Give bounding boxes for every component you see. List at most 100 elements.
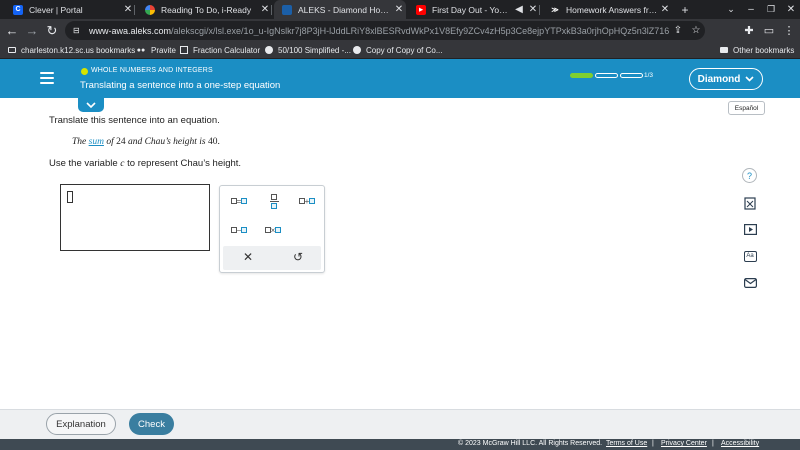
accessibility-link[interactable]: Accessibility [721,440,759,447]
browser-toolbar: ← → ↻ ⊟ www-awa.aleks.com/alekscgi/x/lsl… [0,19,800,42]
bookmark-label: Copy of Copy of Co... [366,45,443,55]
site-icon: ≫ [550,4,560,15]
youtube-icon: ▶ [416,4,426,15]
variable-instruction: Use the variable c to represent Chau’s h… [49,158,241,169]
fraction-template-button[interactable] [264,192,284,210]
browser-tab-strip: C Clever | Portal ✕ Reading To Do, i-Rea… [0,0,800,19]
url-host: www-awa.aleks.com [89,25,172,36]
bookmark-item[interactable]: 50/100 Simplified -... [265,42,351,58]
video-icon[interactable] [742,222,758,236]
sentence-text: of [103,137,117,147]
bookmark-label: Pravite [151,45,176,55]
close-tab-icon[interactable]: ✕ [526,4,540,15]
chevron-down-icon [86,102,96,108]
restore-icon[interactable]: ❐ [762,0,780,19]
back-icon[interactable]: ← [2,19,22,42]
chevron-down-icon [745,74,754,85]
bookmark-item[interactable]: Fraction Calculator [180,42,260,58]
close-tab-icon[interactable]: ✕ [121,4,135,15]
aleks-icon [282,4,292,15]
copyright-text: © 2023 McGraw Hill LLC. All Rights Reser… [458,440,603,447]
clear-icon[interactable]: ✕ [243,250,253,264]
times-template-button[interactable]: × [260,223,286,237]
tab-title: Homework Answers from Sub [566,4,658,15]
browser-tab-active[interactable]: ALEKS - Diamond Howell - Lea ✕ [274,0,406,19]
browser-tab[interactable]: C Clever | Portal ✕ [5,0,135,19]
terms-of-use-link[interactable]: Terms of Use [606,440,647,447]
extensions-icon[interactable]: ✚ [740,19,758,42]
url-text: www-awa.aleks.com/alekscgi/x/lsl.exe/1o_… [89,26,669,36]
close-tab-icon[interactable]: ✕ [258,4,272,15]
palette-actions: ✕ ↺ [223,246,321,270]
lesson-title: Translating a sentence into a one-step e… [80,80,281,91]
clever-icon: C [13,4,23,15]
iready-icon [145,4,155,15]
dictionary-label: Aa [743,250,757,262]
bookmarks-bar: charleston.k12.sc.us bookmarks ●● Pravit… [0,42,800,59]
instruction-text: to represent Chau’s height. [124,158,242,169]
bookmark-star-icon[interactable]: ☆ [687,25,705,36]
circle-icon [265,46,273,54]
level-label: Diamond [697,73,741,85]
close-tab-icon[interactable]: ✕ [658,4,672,15]
address-bar[interactable]: ⊟ www-awa.aleks.com/alekscgi/x/lsl.exe/1… [65,21,705,40]
blank-box-icon [241,227,248,233]
calculator-icon[interactable] [742,196,758,210]
minus-template-button[interactable]: − [226,223,252,237]
sum-definition-link[interactable]: sum [89,137,104,147]
level-dropdown-button[interactable]: Diamond [689,68,763,90]
mail-icon[interactable] [742,276,758,290]
other-bookmarks[interactable]: Other bookmarks [720,42,794,58]
close-window-icon[interactable]: ✕ [782,0,800,19]
bookmark-label: Fraction Calculator [193,45,261,55]
sentence-number: 24 [116,137,126,147]
hamburger-menu-icon[interactable] [40,72,54,84]
folder-icon [720,47,728,53]
calculator-icon [180,46,188,54]
tab-search-icon[interactable]: ⌄ [722,0,740,19]
copyright-footer: © 2023 McGraw Hill LLC. All Rights Reser… [0,439,800,450]
circle-icon [353,46,361,54]
collapse-header-button[interactable] [78,98,104,112]
explanation-button[interactable]: Explanation [46,413,116,435]
sentence-number: 40 [208,137,218,147]
folder-icon [8,47,16,53]
privacy-center-link[interactable]: Privacy Center [661,440,707,447]
side-panel-icon[interactable]: ▭ [760,19,778,42]
progress-segment [620,73,643,78]
help-icon[interactable]: ? [742,168,757,183]
other-bookmarks-label: Other bookmarks [733,45,795,55]
new-tab-button[interactable]: + [676,0,694,19]
browser-tab[interactable]: ≫ Homework Answers from Sub ✕ [542,0,672,19]
close-tab-icon[interactable]: ✕ [392,4,406,15]
footer-separator: | [652,440,654,447]
undo-icon[interactable]: ↺ [293,250,303,264]
more-menu-icon[interactable]: ⋮ [780,19,798,42]
bookmark-label: charleston.k12.sc.us bookmarks [21,45,136,55]
sentence-text: . [217,137,220,147]
minimize-icon[interactable]: – [742,0,760,19]
check-button[interactable]: Check [129,413,174,435]
topic-title: WHOLE NUMBERS AND INTEGERS [91,67,213,74]
footer-separator: | [712,440,714,447]
share-icon[interactable]: ⇪ [669,25,687,36]
dictionary-icon[interactable]: Aa [742,249,758,263]
equals-template-button[interactable]: = [226,194,252,208]
progress-count: 1/3 [644,72,654,79]
mute-tab-icon[interactable]: ◀ [512,4,526,15]
browser-tab[interactable]: Reading To Do, i-Ready ✕ [137,0,272,19]
input-cursor-box [67,191,73,203]
blank-box-icon [241,198,248,204]
plus-template-button[interactable]: + [294,194,320,208]
reload-icon[interactable]: ↻ [42,19,62,42]
bookmark-item[interactable]: Copy of Copy of Co... [353,42,442,58]
spanish-language-button[interactable]: Español [728,101,765,115]
bookmark-item[interactable]: charleston.k12.sc.us bookmarks [8,42,135,58]
sentence-text: The [72,137,89,147]
answer-input[interactable] [60,184,210,251]
forward-icon[interactable]: → [22,19,42,42]
bottom-action-bar: Explanation Check [0,409,800,440]
site-info-icon[interactable]: ⊟ [73,26,83,35]
browser-tab[interactable]: ▶ First Day Out - YouTube ◀ ✕ [408,0,540,19]
bookmark-item[interactable]: ●● Pravite [136,42,176,58]
